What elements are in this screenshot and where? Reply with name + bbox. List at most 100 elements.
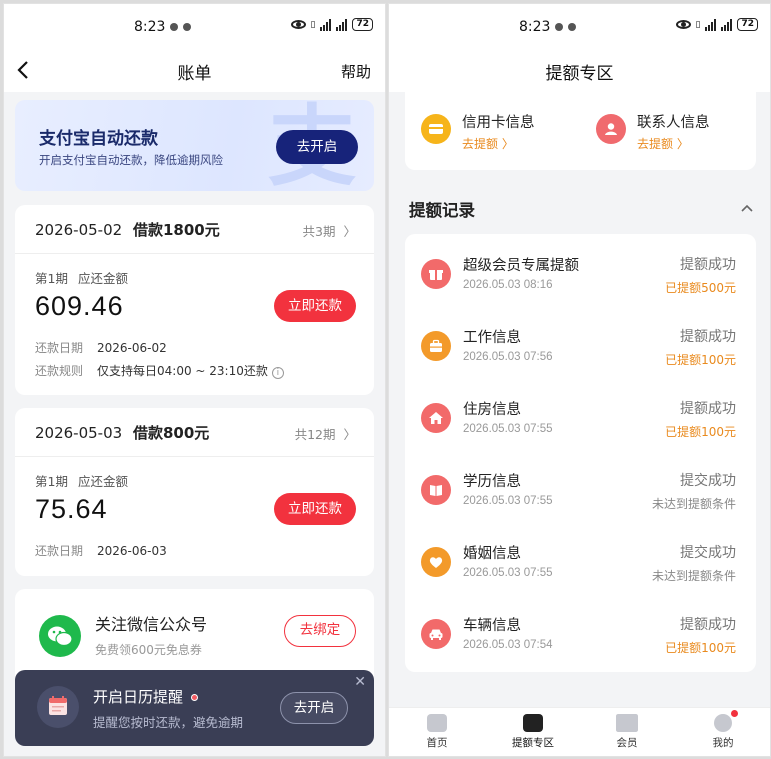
- quick-item-credit-card[interactable]: 信用卡信息 去提额 〉: [405, 90, 580, 170]
- record-result: 已提额100元: [665, 425, 736, 439]
- chevron-up-icon[interactable]: [740, 200, 754, 214]
- bill-screen: 8:23 ▯ 72 账单 帮助 支 支付宝自动还款 开启支付宝自动还款，降低逾期…: [3, 3, 386, 757]
- repay-date-label: 还款日期: [35, 341, 84, 355]
- banner-title: 支付宝自动还款: [39, 129, 158, 149]
- status-bar: 8:23 ▯ 72: [389, 4, 770, 48]
- boost-link[interactable]: 去提额 〉: [462, 135, 514, 152]
- due-amount: 609.46: [35, 291, 124, 321]
- battery-icon: 72: [352, 18, 373, 31]
- notification-icon: [568, 23, 577, 31]
- enable-calendar-button[interactable]: 去开启: [280, 692, 348, 724]
- wechat-subtitle: 免费领600元免息券: [95, 643, 202, 657]
- record-row: 住房信息 2026.05.03 07:55 提额成功 已提额100元: [405, 381, 756, 453]
- house-icon: [421, 403, 451, 433]
- divider: [15, 253, 374, 254]
- notification-icon: [555, 23, 564, 31]
- period-label: 第1期: [35, 271, 68, 286]
- repay-date-label: 还款日期: [35, 544, 84, 558]
- record-date: 2026.05.03 07:55: [463, 423, 553, 435]
- tab-label: 首页: [426, 737, 448, 749]
- record-title: 婚姻信息: [463, 546, 521, 562]
- records-header: 提额记录: [409, 201, 475, 220]
- chevron-right-icon: 〉: [343, 427, 356, 442]
- chevron-right-icon: 〉: [343, 224, 356, 239]
- record-result: 已提额100元: [665, 641, 736, 655]
- bind-wechat-button[interactable]: 去绑定: [284, 615, 356, 647]
- wallet-icon: [427, 714, 447, 732]
- loan-card: 2026-05-02 借款1800元 共3期 〉 第1期 应还金额 609.46…: [15, 205, 374, 395]
- quick-item-title: 信用卡信息: [462, 115, 535, 131]
- signal-icon: [336, 18, 348, 31]
- record-title: 车辆信息: [463, 618, 521, 634]
- banner-subtitle: 开启支付宝自动还款，降低逾期风险: [39, 153, 223, 167]
- tab-membership[interactable]: 会员: [597, 714, 657, 750]
- loan-installments-link[interactable]: 共3期 〉: [303, 221, 356, 240]
- heart-icon: [421, 547, 451, 577]
- boost-link[interactable]: 去提额 〉: [637, 135, 689, 152]
- boost-icon: [523, 714, 543, 732]
- record-date: 2026.05.03 07:55: [463, 495, 553, 507]
- record-result: 已提额500元: [665, 281, 736, 295]
- record-date: 2026.05.03 08:16: [463, 279, 553, 291]
- bottom-tab-bar: 首页 提额专区 会员 我的: [389, 707, 770, 756]
- due-label: 应还金额: [77, 474, 128, 489]
- record-status: 提交成功: [680, 473, 736, 489]
- record-result: 未达到提额条件: [651, 497, 736, 511]
- credit-boost-screen: 8:23 ▯ 72 提额专区 信用卡信息 去提额 〉 联系人信息 去提额 〉 提…: [388, 3, 771, 757]
- repay-rule-label: 还款规则: [35, 364, 84, 378]
- divider: [15, 456, 374, 457]
- page-title: 提额专区: [545, 64, 614, 84]
- record-status: 提额成功: [680, 401, 736, 417]
- car-icon: [421, 619, 451, 649]
- record-status: 提额成功: [680, 617, 736, 633]
- status-time: 8:23: [134, 19, 166, 35]
- alipay-autopay-banner[interactable]: 支 支付宝自动还款 开启支付宝自动还款，降低逾期风险 去开启: [15, 100, 374, 191]
- record-title: 工作信息: [463, 330, 521, 346]
- quick-item-title: 联系人信息: [637, 115, 710, 131]
- period-label: 第1期: [35, 474, 68, 489]
- tab-label: 会员: [616, 737, 638, 749]
- eye-icon: [675, 20, 691, 29]
- quick-boost-card: 信用卡信息 去提额 〉 联系人信息 去提额 〉: [405, 90, 756, 170]
- loan-date: 2026-05-02: [35, 221, 123, 239]
- toast-title: 开启日历提醒: [93, 688, 184, 706]
- contact-icon: [596, 114, 626, 144]
- record-row: 超级会员专属提额 2026.05.03 08:16 提额成功 已提额500元: [405, 237, 756, 309]
- record-status: 提额成功: [680, 329, 736, 345]
- record-title: 住房信息: [463, 402, 521, 418]
- record-date: 2026.05.03 07:55: [463, 567, 553, 579]
- repay-rule: 仅支持每日04:00 ~ 23:10还款: [97, 364, 268, 378]
- quick-item-contacts[interactable]: 联系人信息 去提额 〉: [580, 90, 756, 170]
- repay-date: 2026-06-03: [97, 544, 167, 558]
- signal-icon: [705, 18, 717, 31]
- due-amount: 75.64: [35, 494, 108, 524]
- repay-now-button[interactable]: 立即还款: [274, 493, 356, 525]
- info-icon[interactable]: i: [271, 367, 284, 379]
- toast-subtitle: 提醒您按时还款，避免逾期: [93, 715, 244, 730]
- calendar-icon: [37, 686, 79, 728]
- tab-label: 提额专区: [512, 737, 554, 749]
- eye-icon: [290, 20, 306, 29]
- vibrate-icon: ▯: [695, 19, 701, 30]
- tab-home[interactable]: 首页: [407, 714, 467, 750]
- book-icon: [421, 475, 451, 505]
- calendar-reminder-toast: 开启日历提醒 提醒您按时还款，避免逾期 去开启 ✕: [15, 670, 374, 746]
- status-time: 8:23: [519, 19, 551, 35]
- tab-label: 我的: [712, 737, 734, 749]
- record-row: 学历信息 2026.05.03 07:55 提交成功 未达到提额条件: [405, 453, 756, 525]
- records-card: 超级会员专属提额 2026.05.03 08:16 提额成功 已提额500元 工…: [405, 234, 756, 672]
- record-result: 已提额100元: [665, 353, 736, 367]
- page-title: 账单: [177, 64, 212, 84]
- tab-mine[interactable]: 我的: [693, 710, 753, 750]
- enable-autopay-button[interactable]: 去开启: [276, 130, 358, 164]
- loan-date: 2026-05-03: [35, 424, 123, 442]
- loan-installments-link[interactable]: 共12期 〉: [295, 424, 356, 443]
- loan-desc: 借款1800元: [132, 221, 220, 239]
- signal-icon: [320, 18, 332, 31]
- record-title: 超级会员专属提额: [463, 258, 579, 274]
- help-button[interactable]: 帮助: [341, 61, 371, 82]
- record-status: 提额成功: [680, 257, 736, 273]
- close-icon[interactable]: ✕: [354, 674, 366, 690]
- repay-now-button[interactable]: 立即还款: [274, 290, 356, 322]
- tab-credit-boost[interactable]: 提额专区: [503, 714, 563, 750]
